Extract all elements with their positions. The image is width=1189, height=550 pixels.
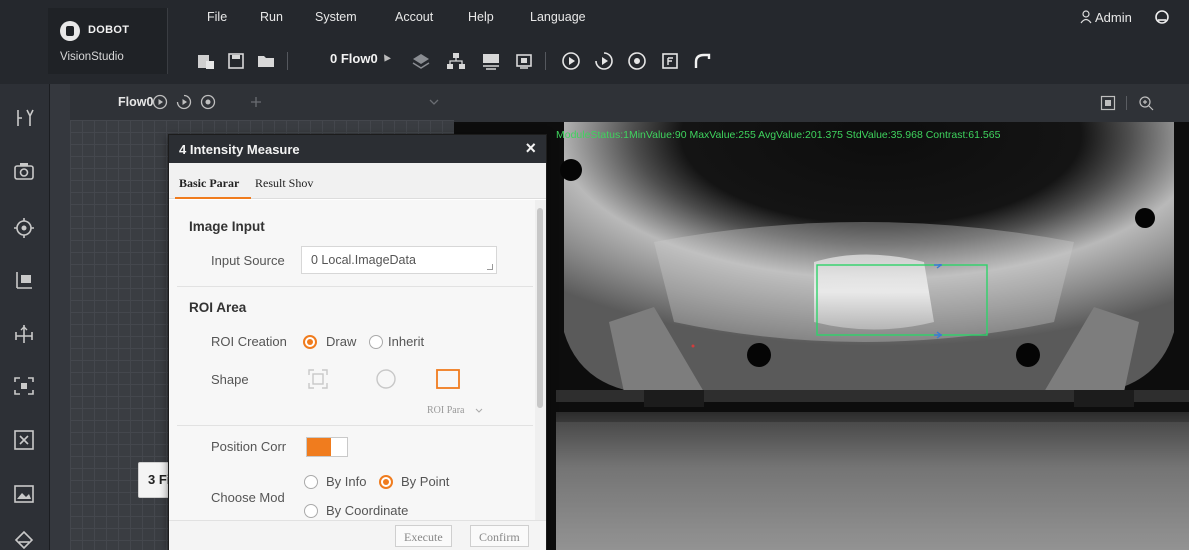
menu-help[interactable]: Help	[468, 10, 494, 24]
stop-icon[interactable]	[626, 50, 648, 72]
flow-selector[interactable]: 0 Flow0	[330, 51, 378, 66]
hierarchy-icon[interactable]	[445, 50, 467, 72]
user-name[interactable]: Admin	[1095, 10, 1132, 25]
chevron-down-icon[interactable]	[475, 408, 483, 414]
image-process-icon[interactable]	[12, 482, 36, 506]
run-loop-icon[interactable]	[593, 50, 615, 72]
collect-tools-icon[interactable]	[12, 106, 36, 130]
top-header: DOBOT VisionStudio File Run System Accou…	[0, 0, 1189, 84]
close-icon[interactable]: ×	[525, 138, 536, 159]
fit-view-icon[interactable]	[1100, 95, 1116, 111]
zoom-in-icon[interactable]	[1138, 95, 1154, 111]
logic-tool-icon[interactable]	[12, 526, 36, 550]
variable-icon[interactable]	[480, 50, 502, 72]
menu-run[interactable]: Run	[260, 10, 283, 24]
execute-button[interactable]: Execute	[395, 525, 452, 547]
input-source-field[interactable]: 0 Local.ImageData	[301, 246, 497, 274]
dobot-logo-icon	[60, 21, 80, 41]
radio-inherit[interactable]	[369, 335, 383, 349]
chevron-down-icon[interactable]	[381, 54, 391, 64]
vision-studio-app: DOBOT VisionStudio File Run System Accou…	[0, 0, 1189, 550]
active-tab-indicator	[175, 197, 251, 199]
main-toolbar: 0 Flow0	[195, 46, 815, 76]
open-folder-icon[interactable]	[255, 50, 277, 72]
shape-fullimage-icon[interactable]	[307, 368, 329, 390]
tab-basic-param[interactable]: Basic Parar	[179, 176, 239, 191]
menu-system[interactable]: System	[315, 10, 357, 24]
user-icon	[1080, 10, 1092, 24]
roi-creation-label: ROI Creation	[211, 334, 287, 349]
radio-by-info-label: By Info	[326, 474, 367, 489]
brand-name: DOBOT	[88, 24, 130, 36]
image-display[interactable]: ModuleStatus:1MinValue:90 MaxValue:255 A…	[454, 122, 1189, 550]
radio-draw-label: Draw	[326, 334, 357, 349]
dialog-footer: Execute Confirm	[169, 520, 546, 550]
roi-rectangle[interactable]	[816, 264, 990, 340]
toggle-on-fill	[307, 438, 331, 456]
run-flow-icon[interactable]	[152, 94, 168, 110]
section-image-input: Image Input	[189, 219, 265, 234]
add-flow-icon[interactable]	[248, 94, 264, 110]
input-source-value: 0 Local.ImageData	[311, 253, 416, 267]
position-correction-toggle[interactable]	[306, 437, 348, 457]
product-name: VisionStudio	[60, 51, 124, 63]
input-source-label: Input Source	[211, 253, 285, 268]
toolbar-divider	[545, 52, 546, 70]
module-status-line: ModuleStatus:1MinValue:90 MaxValue:255 A…	[556, 129, 1001, 141]
power-icon[interactable]	[1154, 9, 1170, 25]
loop-flow-icon[interactable]	[176, 94, 192, 110]
measure-icon[interactable]	[12, 268, 36, 292]
position-correction-label: Position Corr	[211, 439, 287, 454]
section-roi-area: ROI Area	[189, 300, 247, 315]
radio-by-point[interactable]	[379, 475, 393, 489]
brand-block: DOBOT VisionStudio	[48, 8, 168, 74]
robot-arm-icon[interactable]	[692, 50, 714, 72]
shape-label: Shape	[211, 372, 249, 387]
recognize-icon[interactable]	[12, 374, 36, 398]
scroll-thumb[interactable]	[537, 208, 543, 408]
new-solution-icon[interactable]	[195, 50, 217, 72]
calibrate-icon[interactable]	[12, 428, 36, 452]
dialog-tabs: Basic Parar Result Shov	[169, 163, 546, 199]
menu-language[interactable]: Language	[530, 10, 586, 24]
run-once-icon[interactable]	[560, 50, 582, 72]
radio-by-coordinate[interactable]	[304, 504, 318, 518]
tab-flow0[interactable]: Flow0	[118, 95, 153, 109]
flow-tab-bar: Flow0	[70, 84, 504, 120]
choose-mode-label: Choose Mod	[211, 490, 285, 505]
radio-draw[interactable]	[303, 335, 317, 349]
save-icon[interactable]	[225, 50, 247, 72]
layers-icon[interactable]	[410, 50, 432, 72]
radio-inherit-label: Inherit	[388, 334, 425, 349]
align-icon[interactable]	[12, 322, 36, 346]
camera-icon[interactable]	[12, 160, 36, 184]
intensity-measure-dialog: 4 Intensity Measure × Basic Parar Result…	[168, 134, 547, 550]
menu-file[interactable]: File	[207, 10, 227, 24]
shape-rectangle-icon[interactable]	[435, 368, 461, 390]
toolbar-divider	[1126, 96, 1127, 110]
dialog-body: Image Input Input Source 0 Local.ImageDa…	[169, 200, 535, 520]
divider	[177, 425, 533, 426]
menu-account[interactable]: Accout	[395, 10, 433, 24]
radio-by-point-label: By Point	[401, 474, 450, 489]
image-view-toolbar	[454, 84, 1189, 122]
dialog-title-bar[interactable]: 4 Intensity Measure ×	[169, 135, 546, 163]
tab-result-show[interactable]: Result Shov	[255, 176, 313, 191]
left-tool-nav	[0, 84, 50, 550]
roi-param-link[interactable]: ROI Para	[427, 405, 465, 416]
divider	[177, 286, 533, 287]
dialog-title: 4 Intensity Measure	[179, 142, 300, 157]
shape-circle-icon[interactable]	[375, 368, 397, 390]
radio-by-info[interactable]	[304, 475, 318, 489]
stop-flow-icon[interactable]	[200, 94, 216, 110]
confirm-button[interactable]: Confirm	[470, 525, 529, 547]
dialog-scrollbar[interactable]	[535, 200, 546, 520]
locate-icon[interactable]	[12, 216, 36, 240]
radio-by-coordinate-label: By Coordinate	[326, 503, 409, 518]
frame-icon[interactable]	[659, 50, 681, 72]
chevron-down-icon[interactable]	[426, 94, 442, 110]
communication-icon[interactable]	[513, 50, 535, 72]
toolbar-divider	[287, 52, 288, 70]
